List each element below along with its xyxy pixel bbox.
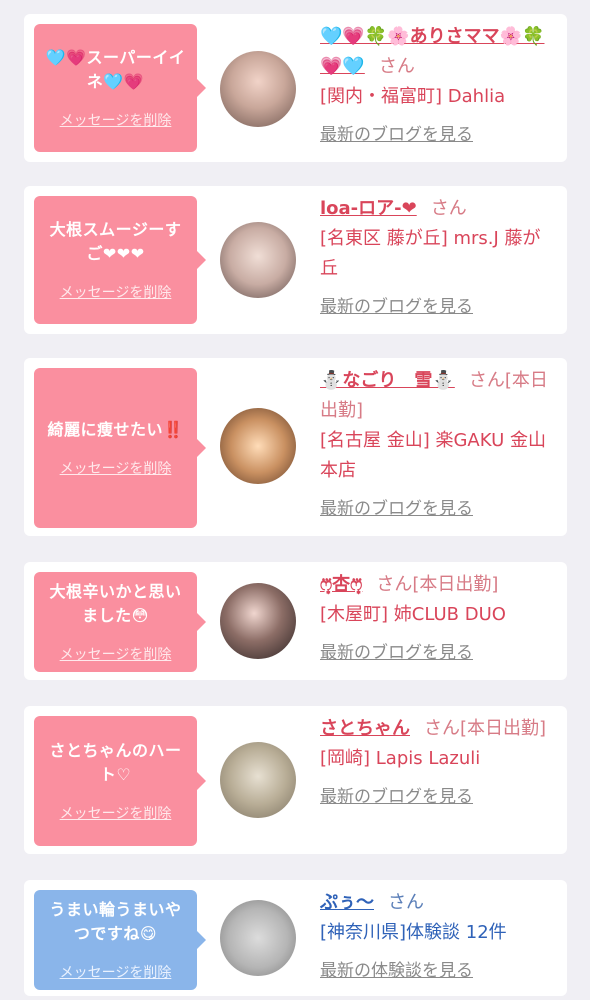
latest-review-link[interactable]: 最新の体験談を見る xyxy=(320,956,556,986)
honorific: さん[本日出勤] xyxy=(424,718,547,739)
honorific: さん xyxy=(430,198,467,219)
sender-info: ෆ͙⃛杏ෆ͙⃛ さん[本日出勤] [木屋町] 姉CLUB DUO 最新のブログを見… xyxy=(320,570,556,668)
avatar[interactable] xyxy=(220,408,296,484)
message-card: 綺麗に痩せたい‼️ メッセージを削除 ⛄なごり 雪⛄ さん[本日出勤] [名古屋 … xyxy=(24,358,567,536)
honorific: さん xyxy=(388,892,424,913)
sender-name-link[interactable]: ෆ͙⃛杏ෆ͙⃛ xyxy=(320,574,362,595)
sender-name-link[interactable]: ⛄なごり 雪⛄ xyxy=(320,370,455,391)
message-text: 綺麗に痩せたい‼️ xyxy=(47,420,184,439)
delete-message-link[interactable]: メッセージを削除 xyxy=(60,646,172,664)
sender-info: ぷぅ〜 さん [神奈川県]体験談 12件 最新の体験談を見る xyxy=(320,888,556,986)
message-card: 🩵💗スーパーイイネ🩵💗 メッセージを削除 🩵💗🍀🌸ありさママ🌸🍀💗🩵 さん [関内… xyxy=(24,14,567,162)
delete-message-link[interactable]: メッセージを削除 xyxy=(60,284,172,302)
sender-name-link[interactable]: 🩵💗🍀🌸ありさママ🌸🍀💗🩵 xyxy=(320,26,544,77)
avatar[interactable] xyxy=(220,742,296,818)
message-text: うまい輪うまいやつですね😋 xyxy=(49,900,182,943)
avatar[interactable] xyxy=(220,222,296,298)
message-text: 大根辛いかと思いました😳 xyxy=(49,582,182,625)
message-text: 大根スムージーすご❤︎❤︎❤︎ xyxy=(49,220,182,263)
sender-info: loa-ロア-❤︎ さん [名東区 藤が丘] mrs.J 藤が丘 最新のブログを見… xyxy=(320,194,556,322)
honorific: さん xyxy=(378,56,415,77)
shop-name: [木屋町] 姉CLUB DUO xyxy=(320,604,506,625)
message-card: うまい輪うまいやつですね😋 メッセージを削除 ぷぅ〜 さん [神奈川県]体験談 1… xyxy=(24,880,567,996)
latest-blog-link[interactable]: 最新のブログを見る xyxy=(320,782,556,812)
sender-name-link[interactable]: さとちゃん xyxy=(320,718,410,739)
delete-message-link[interactable]: メッセージを削除 xyxy=(60,964,172,982)
avatar[interactable] xyxy=(220,583,296,659)
sender-name-link[interactable]: ぷぅ〜 xyxy=(320,892,374,913)
message-bubble: さとちゃんのハート♡ メッセージを削除 xyxy=(34,716,206,846)
shop-name: [名古屋 金山] 楽GAKU 金山本店 xyxy=(320,430,546,481)
message-bubble: 🩵💗スーパーイイネ🩵💗 メッセージを削除 xyxy=(34,24,206,152)
shop-name: [名東区 藤が丘] mrs.J 藤が丘 xyxy=(320,228,541,279)
sender-name-link[interactable]: loa-ロア-❤︎ xyxy=(320,198,417,219)
message-text: 🩵💗スーパーイイネ🩵💗 xyxy=(45,48,186,91)
sender-info: ⛄なごり 雪⛄ さん[本日出勤] [名古屋 金山] 楽GAKU 金山本店 最新のブ… xyxy=(320,366,556,524)
delete-message-link[interactable]: メッセージを削除 xyxy=(60,805,172,823)
message-text: さとちゃんのハート♡ xyxy=(49,741,182,784)
delete-message-link[interactable]: メッセージを削除 xyxy=(60,112,172,130)
honorific: さん[本日出勤] xyxy=(376,574,499,595)
avatar[interactable] xyxy=(220,51,296,127)
delete-message-link[interactable]: メッセージを削除 xyxy=(60,460,172,478)
message-card: 大根辛いかと思いました😳 メッセージを削除 ෆ͙⃛杏ෆ͙⃛ さん[本日出勤] [木… xyxy=(24,562,567,680)
latest-blog-link[interactable]: 最新のブログを見る xyxy=(320,292,556,322)
message-bubble: うまい輪うまいやつですね😋 メッセージを削除 xyxy=(34,890,206,990)
message-card: さとちゃんのハート♡ メッセージを削除 さとちゃん さん[本日出勤] [岡崎] L… xyxy=(24,706,567,854)
shop-name: [神奈川県]体験談 12件 xyxy=(320,922,507,943)
message-bubble: 大根辛いかと思いました😳 メッセージを削除 xyxy=(34,572,206,672)
message-card: 大根スムージーすご❤︎❤︎❤︎ メッセージを削除 loa-ロア-❤︎ さん [名東… xyxy=(24,186,567,334)
message-bubble: 綺麗に痩せたい‼️ メッセージを削除 xyxy=(34,368,206,528)
shop-name: [岡崎] Lapis Lazuli xyxy=(320,748,481,769)
latest-blog-link[interactable]: 最新のブログを見る xyxy=(320,494,556,524)
avatar[interactable] xyxy=(220,900,296,976)
message-bubble: 大根スムージーすご❤︎❤︎❤︎ メッセージを削除 xyxy=(34,196,206,324)
sender-info: さとちゃん さん[本日出勤] [岡崎] Lapis Lazuli 最新のブログを見… xyxy=(320,714,556,812)
sender-info: 🩵💗🍀🌸ありさママ🌸🍀💗🩵 さん [関内・福富町] Dahlia 最新のブログを見… xyxy=(320,22,556,150)
latest-blog-link[interactable]: 最新のブログを見る xyxy=(320,638,556,668)
shop-name: [関内・福富町] Dahlia xyxy=(320,86,506,107)
latest-blog-link[interactable]: 最新のブログを見る xyxy=(320,120,556,150)
